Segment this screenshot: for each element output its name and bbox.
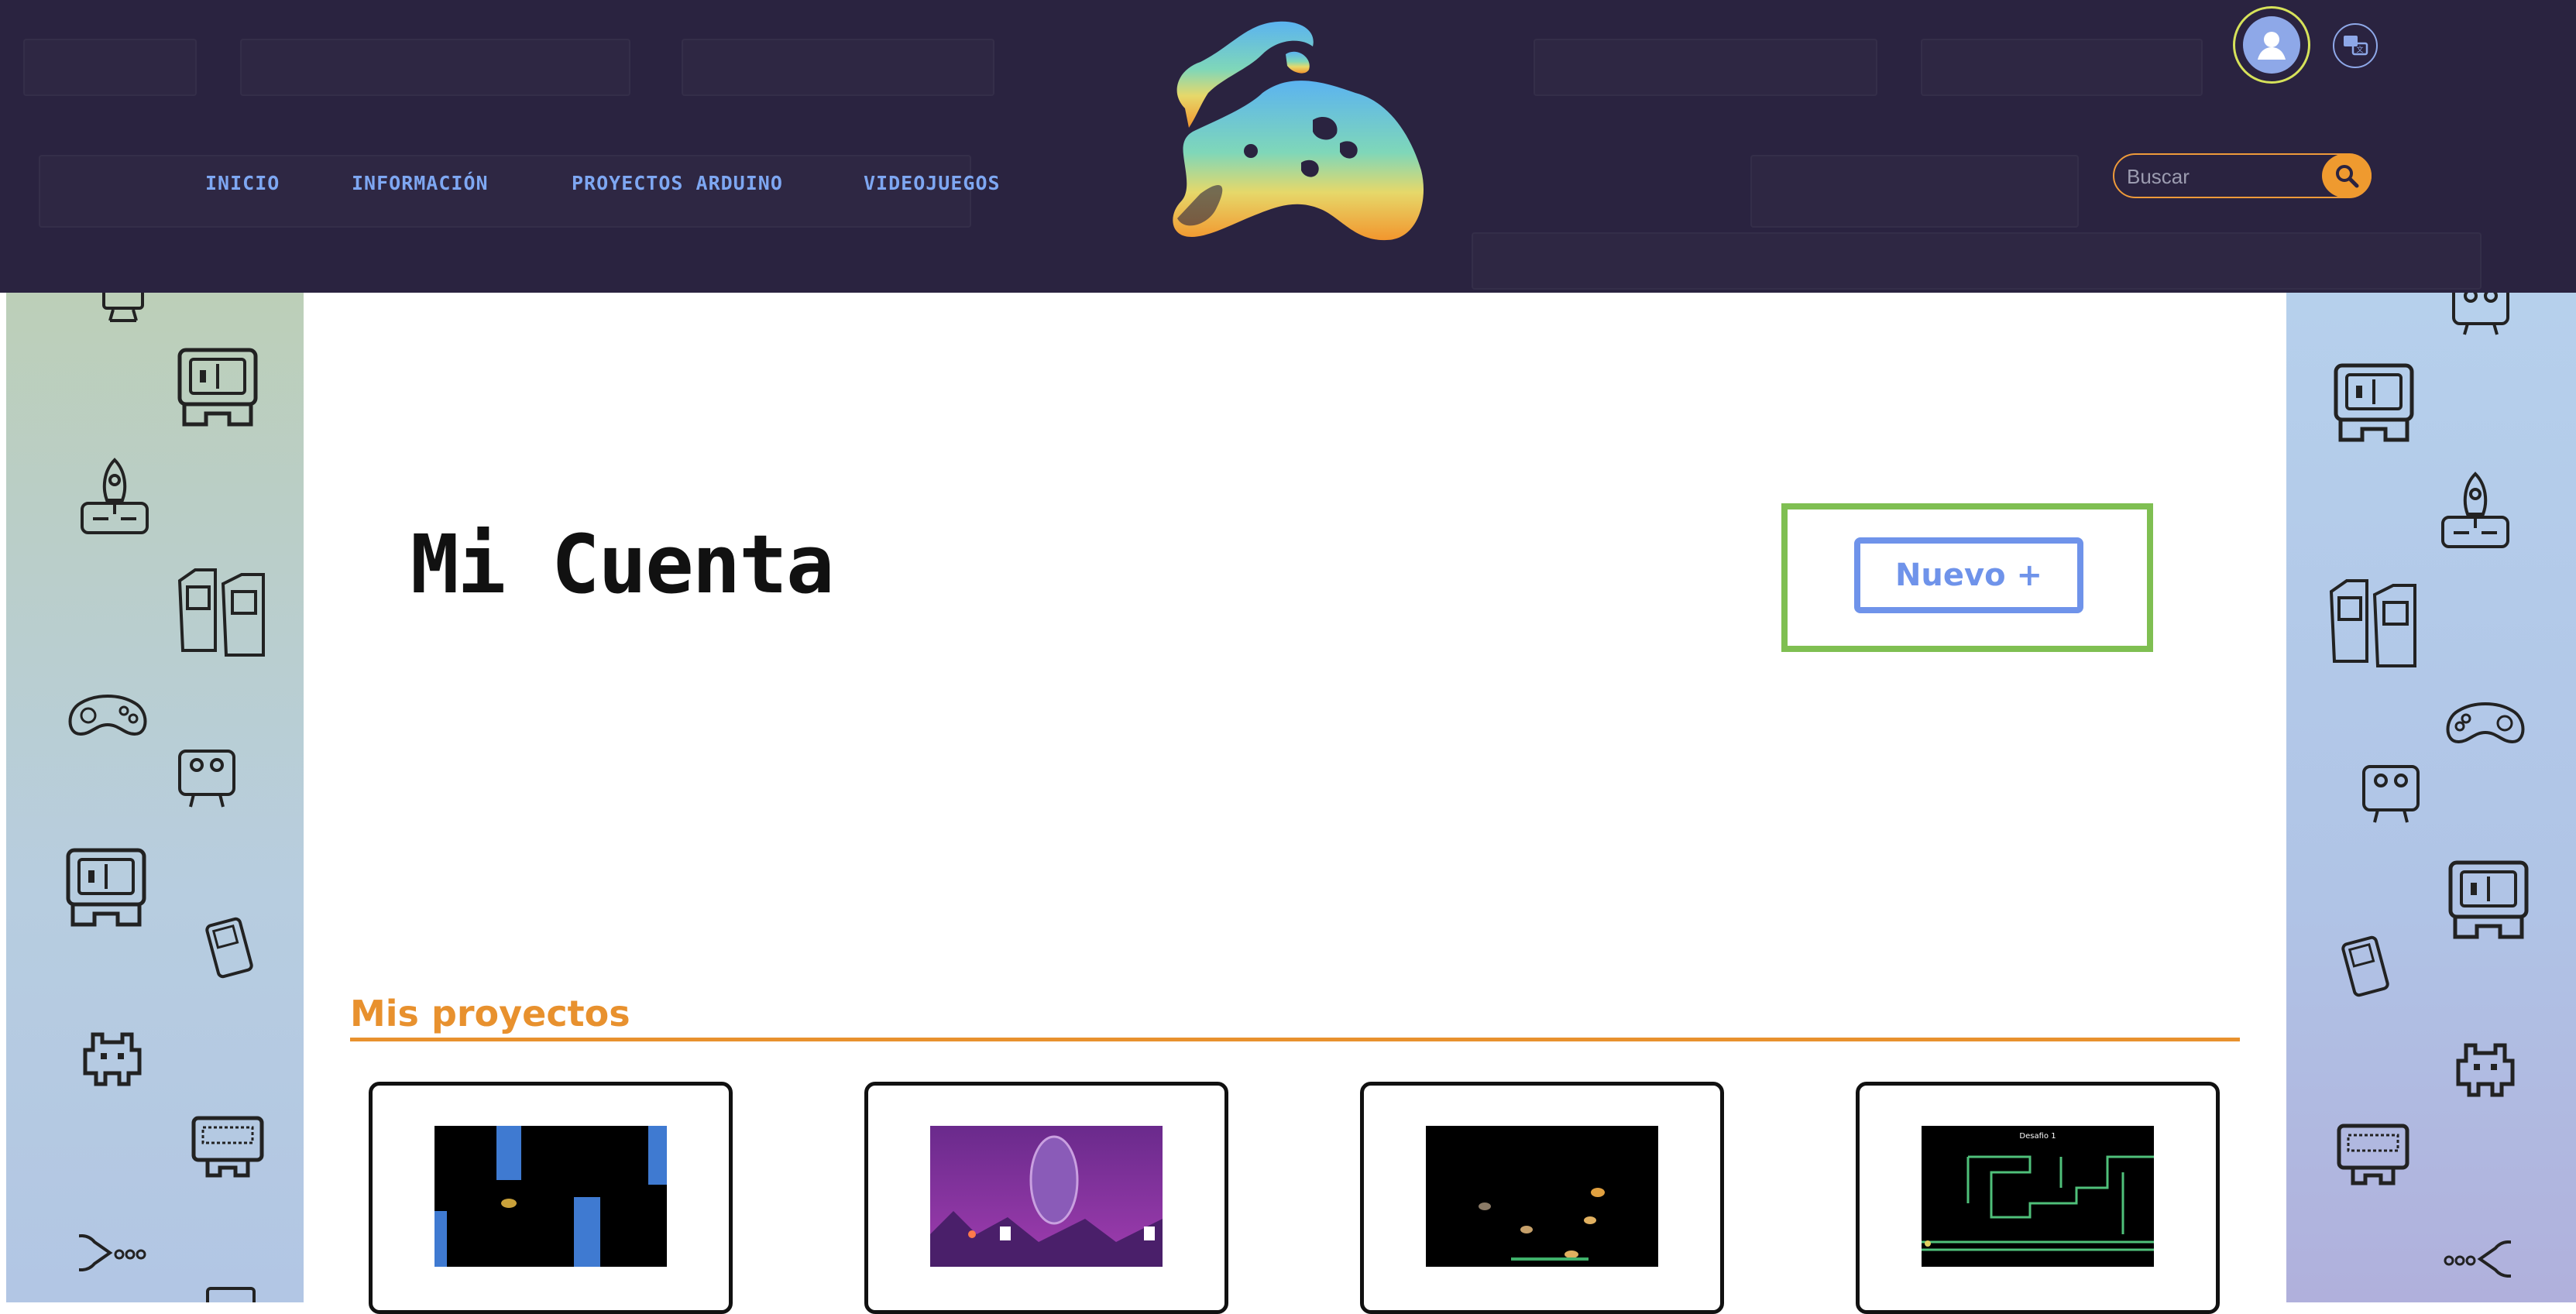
arcade-cabinet-icon: [2331, 362, 2416, 444]
space-invader-icon: [77, 1019, 147, 1093]
project-card[interactable]: Desafio 1: [1856, 1082, 2220, 1314]
flappy-game-thumbnail: [434, 1126, 667, 1267]
nav-videojuegos[interactable]: VIDEOJUEGOS: [864, 172, 1001, 194]
bounce-game-thumbnail: [1426, 1126, 1658, 1267]
project-card[interactable]: [864, 1082, 1228, 1314]
retro-computer-icon: [189, 1113, 266, 1188]
arcade-machines-icon: [172, 565, 273, 658]
space-invader-icon: [2451, 1030, 2520, 1104]
new-project-button[interactable]: Nuevo +: [1854, 537, 2083, 613]
arcade-cabinet-icon: [2446, 859, 2531, 942]
pacman-icon: [2441, 1237, 2511, 1281]
search-input[interactable]: [2125, 161, 2322, 192]
rocket-icon: [77, 457, 152, 537]
robot-tv-icon: [2447, 293, 2514, 339]
site-logo[interactable]: [1154, 15, 1433, 248]
header-texture: [240, 39, 630, 96]
rocket-icon: [2438, 471, 2512, 551]
handheld-console-icon: [204, 917, 254, 979]
retro-computer-icon: [2334, 1121, 2412, 1196]
retro-tv-icon: [200, 1285, 262, 1302]
header-texture: [39, 155, 971, 228]
header-texture: [1534, 39, 1877, 96]
maze-game-thumbnail: Desafio 1: [1922, 1126, 2154, 1267]
search-icon: [2336, 165, 2359, 188]
arcade-machines-icon: [2324, 576, 2424, 669]
nav-proyectos-arduino[interactable]: PROYECTOS ARDUINO: [572, 172, 783, 194]
main-content: Mi Cuenta Nuevo + Mis proyectos Desafio …: [304, 293, 2286, 1314]
svg-text:文: 文: [2356, 45, 2363, 54]
language-button[interactable]: 文: [2333, 23, 2378, 68]
header-texture: [23, 39, 197, 96]
pacman-icon: [79, 1231, 149, 1275]
robot-tv-icon: [2358, 762, 2424, 825]
user-icon: [2243, 16, 2300, 74]
space-purple-game-thumbnail: [930, 1126, 1163, 1267]
arcade-cabinet-icon: [175, 347, 260, 429]
maze-level-label: Desafio 1: [2019, 1132, 2056, 1141]
header-texture: [682, 39, 994, 96]
right-decor-panel: [2286, 293, 2576, 1302]
user-account-button[interactable]: [2233, 6, 2310, 84]
arcade-cabinet-icon: [64, 847, 149, 929]
gamepad-icon: [65, 688, 150, 742]
gamepad-icon: [2443, 695, 2528, 750]
retro-tv-icon: [96, 293, 150, 324]
robot-tv-icon: [173, 746, 240, 810]
header-texture: [1921, 39, 2203, 96]
translate-icon: 文: [2344, 36, 2368, 56]
search-button[interactable]: [2322, 153, 2372, 198]
projects-heading: Mis proyectos: [350, 993, 630, 1034]
page-title: Mi Cuenta: [410, 517, 835, 612]
left-decor-panel: [6, 293, 304, 1302]
project-card[interactable]: [369, 1082, 733, 1314]
nav-inicio[interactable]: INICIO: [205, 172, 280, 194]
project-card[interactable]: [1360, 1082, 1724, 1314]
header-texture: [1472, 232, 2482, 290]
site-header: INICIO INFORMACIÓN PROYECTOS ARDUINO VID…: [0, 0, 2576, 293]
section-divider: [350, 1038, 2240, 1041]
nav-informacion[interactable]: INFORMACIÓN: [352, 172, 489, 194]
header-texture: [1750, 155, 2079, 228]
handheld-console-icon: [2341, 935, 2390, 997]
